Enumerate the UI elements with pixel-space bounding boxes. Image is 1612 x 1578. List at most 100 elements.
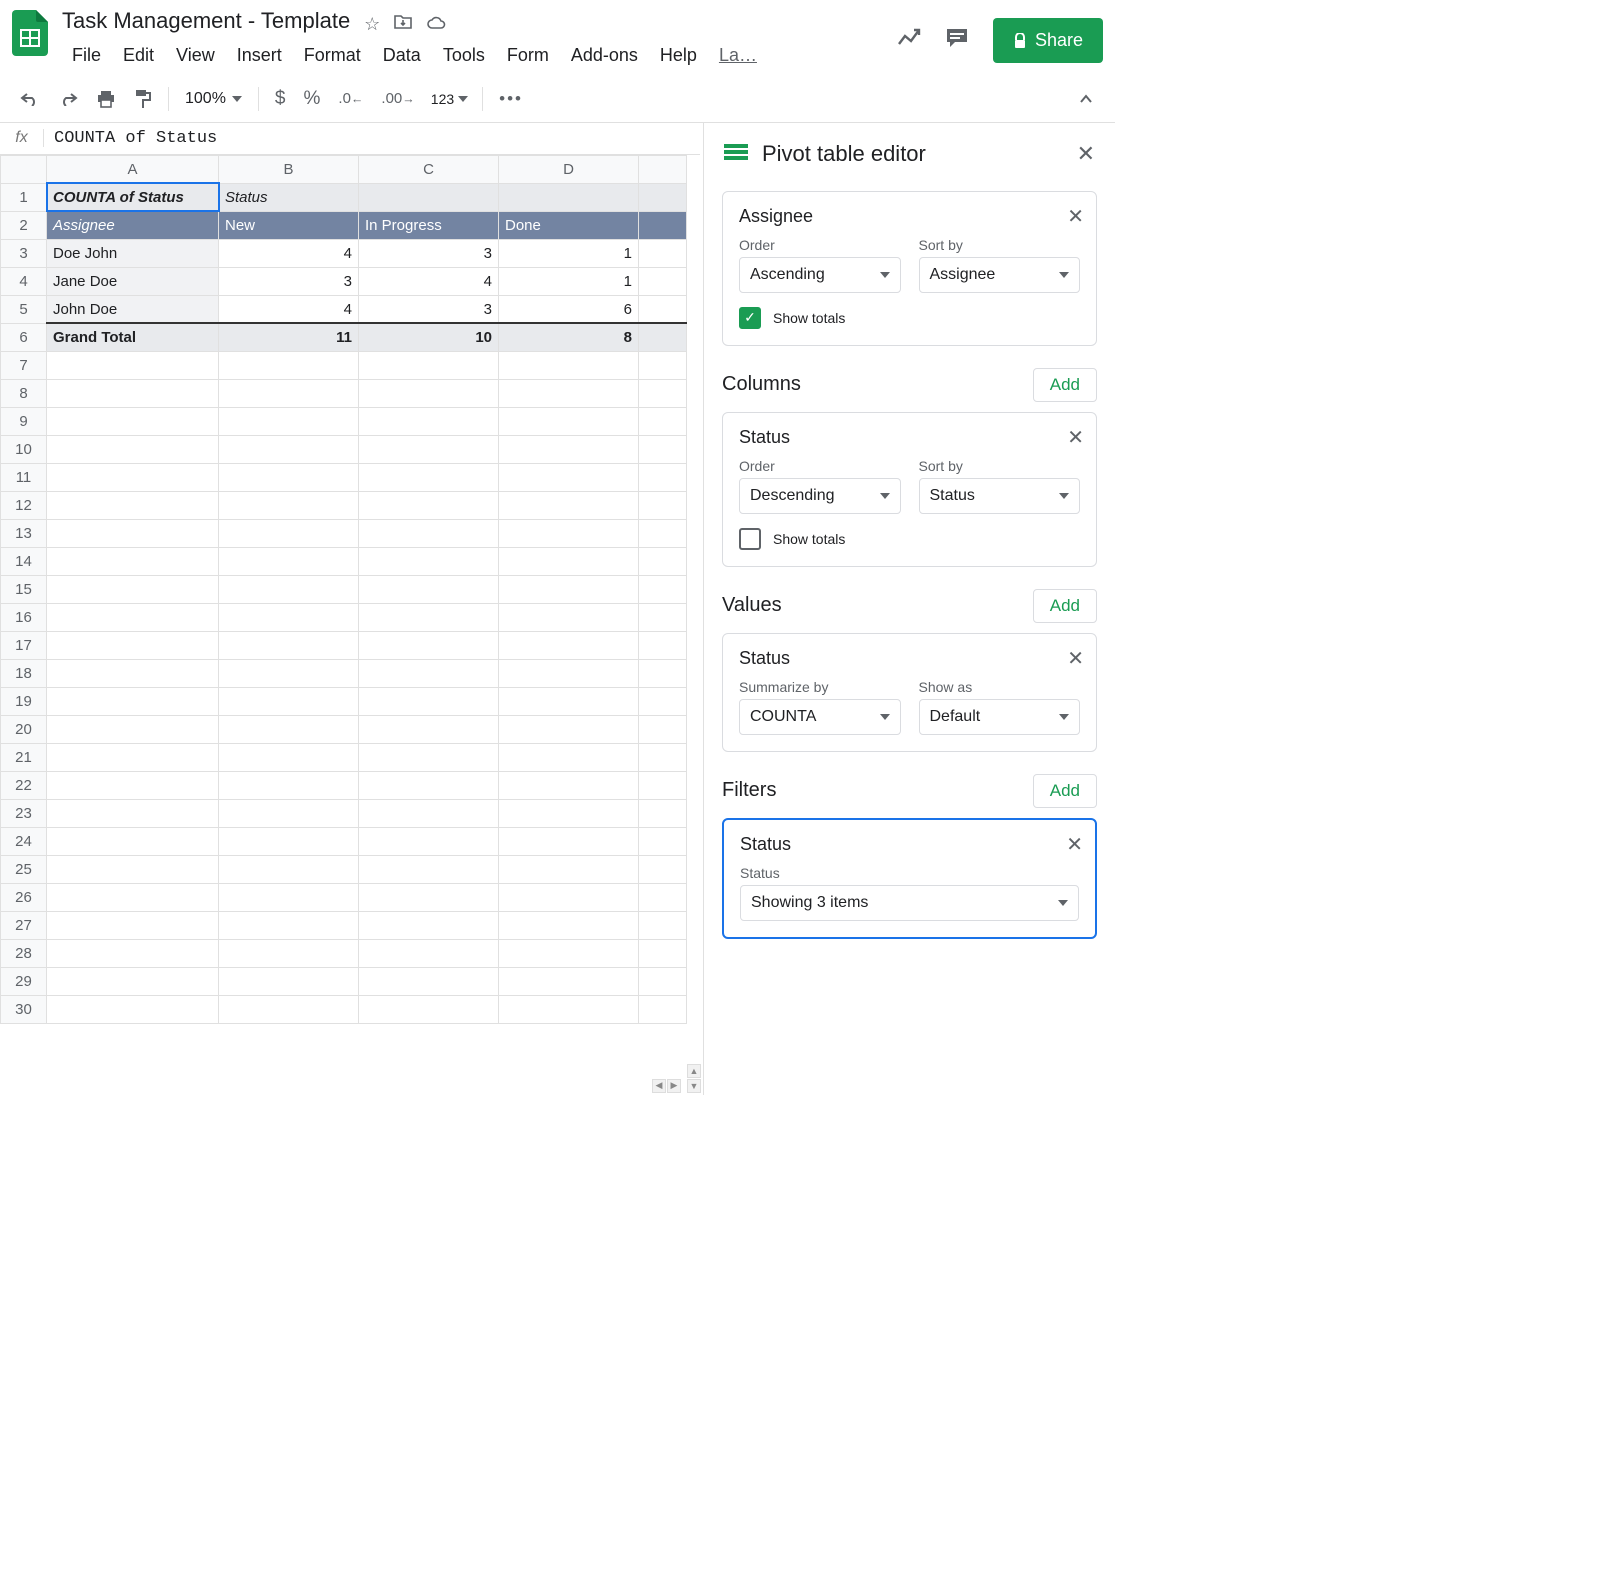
rows-field-card[interactable]: ✕ Assignee Order Ascending Sort by Assig… xyxy=(722,191,1097,346)
share-button[interactable]: Share xyxy=(993,18,1103,63)
vertical-scrollbar[interactable]: ▲▼ xyxy=(687,1064,701,1093)
cell[interactable]: Doe John xyxy=(47,239,219,267)
cell[interactable]: Assignee xyxy=(47,211,219,239)
cell[interactable] xyxy=(359,183,499,211)
filters-field-card[interactable]: ✕ Status Status Showing 3 items xyxy=(722,818,1097,939)
row-header[interactable]: 5 xyxy=(1,295,47,323)
row-header[interactable]: 4 xyxy=(1,267,47,295)
row-header[interactable]: 2 xyxy=(1,211,47,239)
print-icon[interactable] xyxy=(88,84,124,114)
showas-select[interactable]: Default xyxy=(919,699,1081,735)
cell[interactable] xyxy=(639,183,687,211)
comments-icon[interactable] xyxy=(945,27,969,55)
cell[interactable]: 4 xyxy=(359,267,499,295)
remove-field-icon[interactable]: ✕ xyxy=(1066,832,1083,857)
row-header[interactable]: 9 xyxy=(1,407,47,435)
menu-format[interactable]: Format xyxy=(294,41,371,70)
cell[interactable]: 1 xyxy=(499,267,639,295)
row-header[interactable]: 12 xyxy=(1,491,47,519)
cell[interactable]: John Doe xyxy=(47,295,219,323)
row-header[interactable]: 14 xyxy=(1,547,47,575)
row-header[interactable]: 30 xyxy=(1,995,47,1023)
cell[interactable] xyxy=(639,323,687,351)
decrease-decimal-icon[interactable]: .0← xyxy=(330,84,371,113)
row-header[interactable]: 19 xyxy=(1,687,47,715)
col-header[interactable]: B xyxy=(219,155,359,183)
menu-file[interactable]: File xyxy=(62,41,111,70)
document-title[interactable]: Task Management - Template xyxy=(62,8,350,34)
add-filter-button[interactable]: Add xyxy=(1033,774,1097,808)
menu-form[interactable]: Form xyxy=(497,41,559,70)
cell[interactable] xyxy=(639,295,687,323)
cell[interactable]: 8 xyxy=(499,323,639,351)
more-formats-select[interactable]: 123 xyxy=(425,91,474,107)
menu-addons[interactable]: Add-ons xyxy=(561,41,648,70)
col-header[interactable]: A xyxy=(47,155,219,183)
row-header[interactable]: 11 xyxy=(1,463,47,491)
menu-insert[interactable]: Insert xyxy=(227,41,292,70)
horizontal-scrollbar[interactable]: ◀▶ xyxy=(652,1079,681,1093)
sortby-select[interactable]: Assignee xyxy=(919,257,1081,293)
menu-view[interactable]: View xyxy=(166,41,225,70)
row-header[interactable]: 21 xyxy=(1,743,47,771)
row-header[interactable]: 3 xyxy=(1,239,47,267)
cell[interactable]: 3 xyxy=(359,295,499,323)
row-header[interactable]: 23 xyxy=(1,799,47,827)
cell[interactable]: 3 xyxy=(359,239,499,267)
increase-decimal-icon[interactable]: .00→ xyxy=(373,84,422,113)
close-icon[interactable]: ✕ xyxy=(1077,141,1095,167)
cell[interactable]: 6 xyxy=(499,295,639,323)
sortby-select[interactable]: Status xyxy=(919,478,1081,514)
cell[interactable]: 10 xyxy=(359,323,499,351)
percent-icon[interactable]: % xyxy=(296,82,329,116)
undo-icon[interactable] xyxy=(12,86,48,112)
row-header[interactable]: 1 xyxy=(1,183,47,211)
zoom-select[interactable]: 100% xyxy=(177,90,250,108)
row-header[interactable]: 6 xyxy=(1,323,47,351)
cell[interactable]: 4 xyxy=(219,239,359,267)
row-header[interactable]: 10 xyxy=(1,435,47,463)
row-header[interactable]: 7 xyxy=(1,351,47,379)
row-header[interactable]: 27 xyxy=(1,911,47,939)
row-header[interactable]: 25 xyxy=(1,855,47,883)
menu-edit[interactable]: Edit xyxy=(113,41,164,70)
cell[interactable] xyxy=(639,267,687,295)
cell[interactable]: Status xyxy=(219,183,359,211)
values-field-card[interactable]: ✕ Status Summarize by COUNTA Show as Def… xyxy=(722,633,1097,752)
columns-field-card[interactable]: ✕ Status Order Descending Sort by Status… xyxy=(722,412,1097,567)
cell[interactable]: COUNTA of Status xyxy=(47,183,219,211)
row-header[interactable]: 16 xyxy=(1,603,47,631)
remove-field-icon[interactable]: ✕ xyxy=(1067,204,1084,229)
summarize-select[interactable]: COUNTA xyxy=(739,699,901,735)
cell[interactable]: In Progress xyxy=(359,211,499,239)
more-toolbar-icon[interactable]: ••• xyxy=(491,83,531,115)
menu-truncated[interactable]: La… xyxy=(709,41,767,70)
menu-data[interactable]: Data xyxy=(373,41,431,70)
cloud-status-icon[interactable] xyxy=(426,14,446,35)
select-all-cell[interactable] xyxy=(1,155,47,183)
formula-bar[interactable]: COUNTA of Status xyxy=(44,129,700,148)
collapse-toolbar-icon[interactable] xyxy=(1079,91,1093,107)
add-column-button[interactable]: Add xyxy=(1033,368,1097,402)
cell[interactable] xyxy=(639,239,687,267)
order-select[interactable]: Ascending xyxy=(739,257,901,293)
row-header[interactable]: 20 xyxy=(1,715,47,743)
remove-field-icon[interactable]: ✕ xyxy=(1067,646,1084,671)
menu-tools[interactable]: Tools xyxy=(433,41,495,70)
cell[interactable]: New xyxy=(219,211,359,239)
cell[interactable]: 3 xyxy=(219,267,359,295)
spreadsheet-grid[interactable]: A B C D 1 COUNTA of Status Status 2 xyxy=(0,155,687,1024)
col-header[interactable] xyxy=(639,155,687,183)
activity-icon[interactable] xyxy=(897,28,921,54)
cell[interactable]: 1 xyxy=(499,239,639,267)
cell[interactable]: Jane Doe xyxy=(47,267,219,295)
currency-icon[interactable]: $ xyxy=(267,82,294,116)
show-totals-checkbox[interactable] xyxy=(739,528,761,550)
menu-help[interactable]: Help xyxy=(650,41,707,70)
row-header[interactable]: 28 xyxy=(1,939,47,967)
move-icon[interactable] xyxy=(394,14,412,35)
filter-items-select[interactable]: Showing 3 items xyxy=(740,885,1079,921)
cell[interactable]: Grand Total xyxy=(47,323,219,351)
row-header[interactable]: 24 xyxy=(1,827,47,855)
col-header[interactable]: D xyxy=(499,155,639,183)
